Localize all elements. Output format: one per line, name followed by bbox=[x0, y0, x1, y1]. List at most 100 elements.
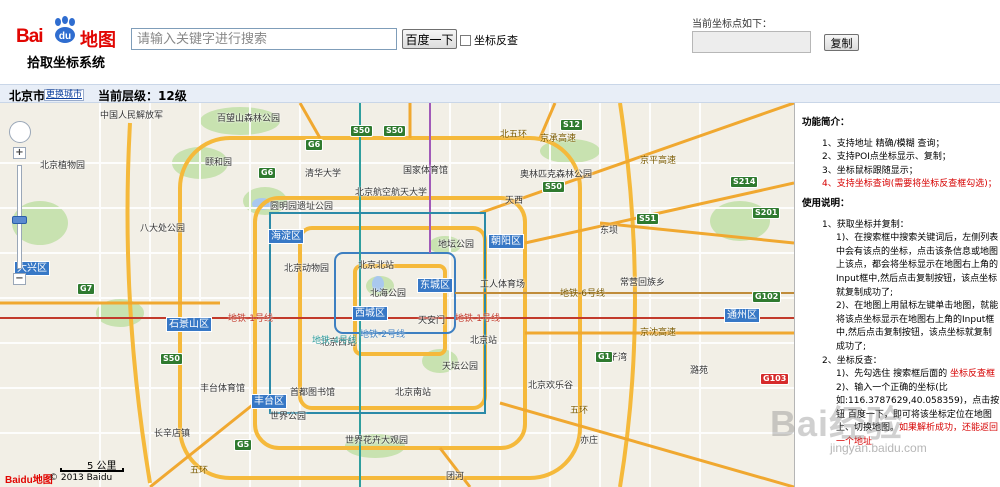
place-label[interactable]: 北京动物园 bbox=[284, 261, 329, 274]
place-label[interactable]: 北京南站 bbox=[395, 385, 431, 398]
place-label[interactable]: 清华大学 bbox=[305, 166, 341, 179]
intro-item: 4、支持坐标查询(需要将坐标反查框勾选)； bbox=[822, 179, 997, 190]
highway-shield: G5 bbox=[234, 439, 253, 451]
place-label[interactable]: 奥林匹克森林公园 bbox=[520, 167, 592, 180]
place-label[interactable]: 百望山森林公园 bbox=[217, 111, 280, 124]
road-label: 地铁-2号线 bbox=[360, 330, 405, 340]
place-label[interactable]: 丰台体育馆 bbox=[200, 381, 245, 394]
logo-text: Bai bbox=[16, 26, 44, 47]
place-label[interactable]: 北京航空航天大学 bbox=[355, 185, 427, 198]
zoom-control: + − bbox=[9, 121, 31, 287]
district-label[interactable]: 西城区 bbox=[352, 306, 388, 321]
road-label: 地铁-4号线 bbox=[312, 336, 357, 346]
intro-title: 功能简介： bbox=[802, 117, 850, 128]
road-label: 地铁-6号线 bbox=[560, 289, 605, 299]
place-label[interactable]: 八大处公园 bbox=[140, 221, 185, 234]
copy-button[interactable]: 复制 bbox=[824, 34, 859, 51]
usage-step-1: 1、获取坐标并复制： bbox=[822, 219, 909, 230]
district-label[interactable]: 海淀区 bbox=[268, 229, 304, 244]
district-label[interactable]: 丰台区 bbox=[251, 394, 287, 409]
highway-shield: S214 bbox=[730, 176, 759, 188]
highway-shield: S12 bbox=[560, 119, 583, 131]
zoom-slider-thumb[interactable] bbox=[12, 216, 27, 224]
search-button[interactable]: 百度一下 bbox=[402, 29, 457, 49]
place-label[interactable]: 国家体育馆 bbox=[403, 163, 448, 176]
place-label[interactable]: 圆明园遗址公园 bbox=[270, 199, 333, 212]
pan-control[interactable] bbox=[9, 121, 31, 143]
highway-shield: S50 bbox=[160, 353, 183, 365]
place-label[interactable]: 亦庄 bbox=[580, 433, 598, 446]
place-label[interactable]: 天坛公园 bbox=[442, 359, 478, 372]
zoom-level-label: 当前层级：12级 bbox=[98, 89, 187, 103]
road-label: 京平高速 bbox=[640, 156, 677, 166]
highway-shield: S50 bbox=[542, 181, 565, 193]
place-label[interactable]: 东坝 bbox=[600, 223, 618, 236]
app-title: 拾取坐标系统 bbox=[27, 56, 106, 71]
road-label: 京沈高速 bbox=[640, 328, 677, 338]
info-panel: 功能简介： 1、支持地址 精确/模糊 查询； 2、支持POI点坐标显示、复制； … bbox=[794, 103, 1000, 487]
place-label[interactable]: 世界公园 bbox=[270, 409, 306, 422]
place-label[interactable]: 团河 bbox=[446, 469, 464, 482]
highway-shield: G7 bbox=[77, 283, 96, 295]
coord-output-field[interactable] bbox=[692, 31, 811, 53]
zoom-out-button[interactable]: − bbox=[13, 273, 26, 285]
place-label[interactable]: 北京北站 bbox=[358, 258, 394, 271]
highway-shield: G102 bbox=[752, 291, 782, 303]
place-label[interactable]: 北京站 bbox=[470, 333, 497, 346]
place-label[interactable]: 工人体育场 bbox=[480, 277, 525, 290]
city-bar: 北京市 更换城市 当前层级：12级 bbox=[0, 84, 1000, 103]
place-label[interactable]: 世界花卉大观园 bbox=[345, 433, 408, 446]
coord-caption: 当前坐标点如下： bbox=[692, 19, 772, 30]
highway-shield: G6 bbox=[305, 139, 324, 151]
intro-item: 1、支持地址 精确/模糊 查询； bbox=[822, 138, 945, 149]
place-label[interactable]: 地坛公园 bbox=[438, 237, 474, 250]
reverse-lookup: 坐标反查 bbox=[460, 32, 518, 48]
search-input[interactable] bbox=[131, 28, 397, 50]
logo-map-text: 地图 bbox=[80, 30, 116, 51]
scale-bar bbox=[60, 468, 124, 472]
reverse-lookup-checkbox[interactable] bbox=[460, 34, 471, 46]
highway-shield: S50 bbox=[350, 125, 373, 137]
place-label[interactable]: 天安门 bbox=[418, 313, 445, 326]
place-label[interactable]: 常营回族乡 bbox=[620, 275, 665, 288]
usage-step-2b: 2)、输入一个正确的坐标(比如:116.3787629,40.058359)，点… bbox=[836, 382, 1000, 448]
district-label[interactable]: 东城区 bbox=[417, 278, 453, 293]
intro-item: 2、支持POI点坐标显示、复制； bbox=[822, 152, 951, 163]
highway-shield: S201 bbox=[752, 207, 781, 219]
baidu-map-small-logo: Baidu地图 bbox=[5, 475, 53, 486]
road-label: 五环 bbox=[190, 466, 209, 476]
intro-item: 3、坐标鼠标跟随显示； bbox=[822, 165, 918, 176]
zoom-in-button[interactable]: + bbox=[13, 147, 26, 159]
usage-step-2a: 1)、先勾选住 搜索框后面的 坐标反查框 bbox=[836, 369, 995, 380]
district-label[interactable]: 朝阳区 bbox=[488, 234, 524, 249]
highway-shield: G6 bbox=[258, 167, 277, 179]
district-label[interactable]: 石景山区 bbox=[166, 317, 212, 332]
highway-shield: S50 bbox=[383, 125, 406, 137]
place-label[interactable]: 颐和园 bbox=[205, 155, 232, 168]
highway-shield: G103 bbox=[760, 373, 790, 385]
road-label: 五环 bbox=[570, 406, 589, 416]
place-label[interactable]: 首都图书馆 bbox=[290, 385, 335, 398]
place-label[interactable]: 中国人民解放军 bbox=[100, 108, 163, 121]
district-label[interactable]: 通州区 bbox=[724, 308, 760, 323]
place-label[interactable]: 北京欢乐谷 bbox=[528, 378, 573, 391]
road-label: 地铁-1号线 bbox=[455, 314, 500, 324]
highway-shield: S51 bbox=[636, 213, 659, 225]
road-label: 北五环 bbox=[500, 130, 528, 140]
reverse-lookup-label[interactable]: 坐标反查 bbox=[474, 32, 518, 48]
header: Bai du 地图 拾取坐标系统 百度一下 坐标反查 当前坐标点如下： 复制 bbox=[0, 0, 1000, 84]
place-label[interactable]: 天西 bbox=[505, 193, 523, 206]
baidu-map-logo[interactable]: Bai du 地图 bbox=[16, 14, 126, 52]
change-city-link[interactable]: 更换城市 bbox=[44, 89, 85, 101]
place-label[interactable]: 北京植物园 bbox=[40, 158, 85, 171]
highway-shield: G1 bbox=[595, 351, 614, 363]
place-label[interactable]: 北海公园 bbox=[370, 286, 406, 299]
place-label[interactable]: 长辛店镇 bbox=[154, 426, 190, 439]
svg-text:du: du bbox=[59, 31, 71, 42]
place-label[interactable]: 潞苑 bbox=[690, 363, 708, 376]
road-label: 地铁-1号线 bbox=[228, 314, 273, 324]
usage-step-1b: 2)、在地图上用鼠标左键单击地图，就能将该点坐标显示在地图右上角的Input框中… bbox=[836, 301, 999, 352]
usage-step-2: 2、坐标反查： bbox=[822, 355, 882, 366]
paw-icon: du bbox=[55, 16, 75, 43]
map-canvas[interactable]: 海淀区 朝阳区 东城区 西城区 石景山区 丰台区 通州区 大兴区 中国人民解放军… bbox=[0, 103, 794, 487]
